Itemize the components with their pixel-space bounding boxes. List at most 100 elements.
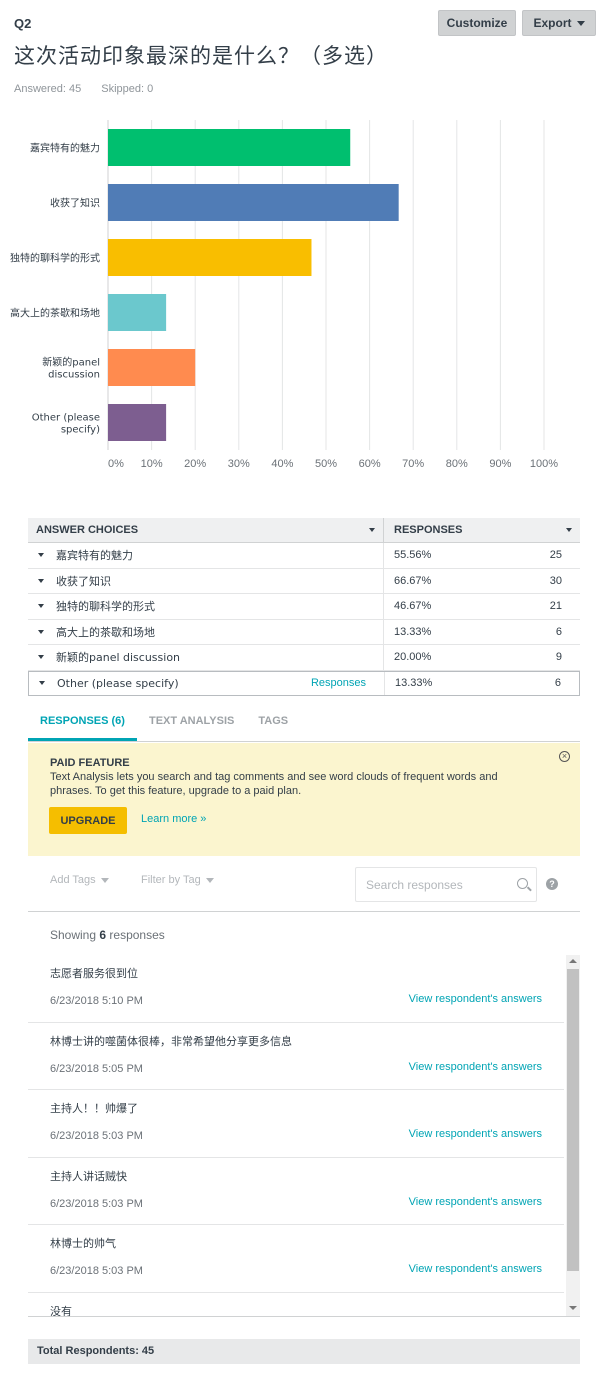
response-item: 林博士的帅气 6/23/2018 5:03 PM View respondent's…	[28, 1225, 564, 1293]
export-label: Export	[533, 16, 572, 30]
answer-choice-label: 嘉宾特有的魅力	[56, 549, 133, 563]
question-title: 这次活动印象最深的是什么？（多选）	[14, 44, 388, 68]
bar[interactable]	[108, 349, 196, 386]
response-date: 6/23/2018 5:03 PM	[50, 1197, 143, 1210]
response-text: 林博士讲的噬菌体很棒，非常希望他分享更多信息	[50, 1034, 292, 1048]
response-text: 志愿者服务很到位	[50, 967, 138, 980]
chevron-down-icon	[100, 877, 109, 883]
paid-feature-title: PAID FEATURE	[50, 757, 130, 769]
response-item: 主持人！！帅爆了 6/23/2018 5:03 PM View respondent…	[28, 1090, 564, 1158]
scrollbar[interactable]	[566, 955, 580, 1316]
bar[interactable]	[108, 294, 167, 331]
view-respondent-answers-link[interactable]: View respondent's answers	[409, 993, 542, 1005]
table-row: Other (please specify) Responses 13.33% 6	[28, 670, 580, 696]
customize-button[interactable]: Customize	[438, 10, 516, 36]
showing-prefix: Showing	[50, 928, 97, 942]
response-date: 6/23/2018 5:10 PM	[50, 995, 143, 1007]
table-row: 独特的聊科学的形式 46.67% 21	[28, 594, 580, 620]
expand-caret-icon[interactable]	[38, 629, 44, 634]
filter-by-tag-dropdown[interactable]: Filter by Tag	[141, 874, 214, 886]
response-count: 9	[555, 651, 562, 664]
showing-count: Showing 6 responses	[50, 928, 165, 942]
x-tick-label: 60%	[359, 458, 381, 470]
view-respondent-answers-link[interactable]: View respondent's answers	[409, 1128, 542, 1140]
response-date: 6/23/2018 5:03 PM	[50, 1130, 143, 1142]
response-item: 没有	[28, 1293, 564, 1317]
answer-choice-cell: 高大上的茶歇和场地	[28, 619, 384, 644]
question-number: Q2	[14, 16, 32, 31]
expand-caret-icon[interactable]	[38, 578, 44, 583]
paid-feature-text: Text Analysis lets you search and tag co…	[50, 771, 498, 797]
help-icon[interactable]: ?	[546, 878, 558, 890]
close-icon[interactable]: ×	[559, 751, 570, 762]
x-tick-label: 100%	[530, 458, 558, 470]
search-icon[interactable]	[517, 878, 528, 889]
x-tick-label: 0%	[108, 458, 124, 470]
category-label: 独特的聊科学的形式	[10, 252, 100, 265]
x-tick-label: 30%	[228, 458, 250, 470]
response-item: 林博士讲的噬菌体很棒，非常希望他分享更多信息 6/23/2018 5:05 PM V…	[28, 1023, 564, 1090]
bar[interactable]	[108, 404, 167, 441]
tab-text-analysis[interactable]: TEXT ANALYSIS	[137, 705, 246, 741]
expand-caret-icon[interactable]	[38, 655, 44, 660]
x-tick-label: 80%	[446, 458, 468, 470]
view-respondent-answers-link[interactable]: View respondent's answers	[409, 1263, 542, 1275]
answer-choice-cell: 嘉宾特有的魅力	[28, 543, 384, 568]
column-header-responses[interactable]: RESPONSES	[384, 518, 580, 542]
chevron-down-icon	[576, 20, 585, 26]
answer-choice-label: 新颖的panel discussion	[56, 651, 181, 665]
table-row: 收获了知识 66.67% 30	[28, 568, 580, 594]
category-label: Other (please	[32, 413, 100, 424]
response-count: 25	[549, 549, 562, 562]
scrollbar-thumb[interactable]	[567, 969, 579, 1271]
bar-chart: 0% 10% 20% 30% 40% 50% 60% 70% 80% 90% 100% 嘉宾特有的魅力…	[10, 120, 558, 470]
add-tags-label: Add Tags	[50, 874, 96, 886]
bar[interactable]	[108, 239, 312, 276]
upgrade-button[interactable]: UPGRADE	[49, 807, 127, 834]
table-row: 嘉宾特有的魅力 55.56% 25	[28, 543, 580, 569]
answer-choice-cell: 新颖的panel discussion	[28, 645, 384, 670]
response-percent: 20.00%	[394, 651, 432, 664]
bar[interactable]	[108, 129, 351, 166]
response-item: 志愿者服务很到位 6/23/2018 5:10 PM View respondent…	[28, 955, 564, 1023]
category-label: 高大上的茶歇和场地	[10, 307, 100, 320]
sort-caret-icon[interactable]	[566, 528, 572, 532]
category-label: discussion	[48, 370, 100, 381]
response-date: 6/23/2018 5:05 PM	[50, 1062, 143, 1075]
answered-count: Answered: 45	[14, 83, 82, 95]
responses-list[interactable]: 志愿者服务很到位 6/23/2018 5:10 PM View respondent…	[28, 955, 580, 1317]
response-text: 没有	[50, 1304, 72, 1317]
scroll-down-icon[interactable]	[569, 1306, 577, 1310]
column-header-responses-label: RESPONSES	[394, 524, 463, 536]
export-button[interactable]: Export	[522, 10, 596, 36]
response-toolbar: Add Tags Filter by Tag Search responses …	[28, 860, 580, 912]
add-tags-dropdown[interactable]: Add Tags	[50, 874, 109, 886]
tab-responses[interactable]: RESPONSES (6)	[28, 705, 137, 741]
learn-more-link[interactable]: Learn more »	[141, 813, 206, 825]
search-input[interactable]: Search responses	[355, 867, 537, 902]
scroll-up-icon[interactable]	[569, 959, 577, 963]
sort-caret-icon[interactable]	[369, 528, 375, 532]
column-header-choices-label: ANSWER CHOICES	[36, 524, 139, 536]
bar[interactable]	[108, 184, 399, 221]
tab-tags[interactable]: TAGS	[246, 705, 300, 741]
chevron-down-icon	[205, 877, 214, 883]
view-respondent-answers-link[interactable]: View respondent's answers	[409, 1196, 542, 1208]
response-percent: 13.33%	[394, 625, 432, 638]
category-label: specify)	[61, 425, 100, 436]
expand-caret-icon[interactable]	[38, 604, 44, 609]
column-header-choices[interactable]: ANSWER CHOICES	[28, 518, 384, 542]
responses-link[interactable]: Responses	[311, 677, 366, 689]
answer-choice-label: 独特的聊科学的形式	[56, 600, 155, 614]
answer-table: ANSWER CHOICES RESPONSES 嘉宾特有的魅力 55.56% 25…	[28, 518, 580, 696]
answer-choice-label: Other (please specify)	[57, 676, 179, 690]
response-text: 林博士的帅气	[50, 1237, 116, 1250]
view-respondent-answers-link[interactable]: View respondent's answers	[409, 1061, 542, 1073]
response-item: 主持人讲话贼快 6/23/2018 5:03 PM View respondent'…	[28, 1158, 564, 1225]
expand-caret-icon[interactable]	[39, 681, 45, 686]
x-tick-label: 70%	[402, 458, 424, 470]
table-header: ANSWER CHOICES RESPONSES	[28, 518, 580, 543]
response-text: 主持人讲话贼快	[50, 1169, 127, 1183]
response-percent: 46.67%	[394, 600, 432, 613]
expand-caret-icon[interactable]	[38, 553, 44, 558]
